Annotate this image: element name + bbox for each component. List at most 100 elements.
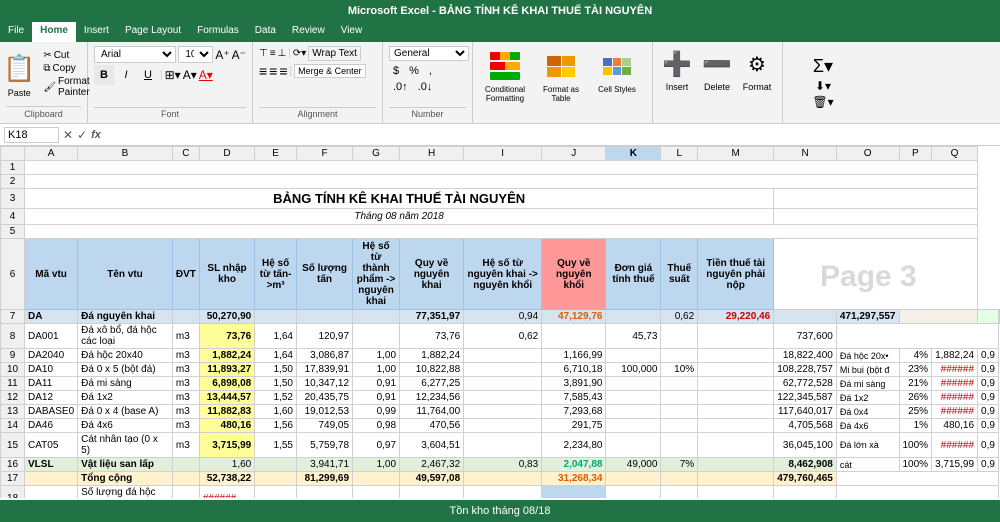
cell-da-dg[interactable]: 29,220,46: [698, 310, 774, 324]
table-row[interactable]: 17 Tổng cộng 52,738,22 81,299,69 49,597,…: [1, 472, 1000, 486]
table-row[interactable]: 11 DA11 Đá mi sàng m3 6,898,08 1,50 10,3…: [1, 377, 1000, 391]
col-A[interactable]: A: [25, 147, 78, 161]
format-cells-button[interactable]: ⚙ Format: [739, 46, 775, 92]
tab-home[interactable]: Home: [32, 22, 76, 42]
font-shrink-icon[interactable]: A⁻: [232, 48, 246, 62]
tab-insert[interactable]: Insert: [76, 22, 117, 42]
cell-da-tt[interactable]: 471,297,557: [836, 310, 899, 324]
tab-data[interactable]: Data: [247, 22, 284, 42]
cell-da-hstp[interactable]: [353, 310, 400, 324]
col-L[interactable]: L: [661, 147, 698, 161]
italic-button[interactable]: I: [116, 65, 136, 85]
cancel-icon[interactable]: ✕: [63, 128, 73, 142]
font-size-dropdown[interactable]: 10: [178, 46, 213, 63]
cell-da-slt[interactable]: [296, 310, 352, 324]
col-I[interactable]: I: [464, 147, 542, 161]
fill-color-button[interactable]: A▾: [183, 68, 197, 82]
formula-input[interactable]: [105, 129, 996, 141]
cell-da-hsnkh[interactable]: [606, 310, 661, 324]
font-family-dropdown[interactable]: Arial: [94, 46, 176, 63]
tab-file[interactable]: File: [0, 22, 32, 42]
table-row[interactable]: 14 DA46 Đá 4x6 m3 480,16 1,56 749,05 0,9…: [1, 419, 1000, 433]
align-top-icon[interactable]: ⊤: [259, 48, 268, 59]
underline-button[interactable]: U: [138, 65, 158, 85]
table-row[interactable]: 8 DA001 Đá xô bổ, đá hộc các loại m3 73,…: [1, 324, 1000, 349]
comma-button[interactable]: ,: [425, 63, 436, 79]
tab-review[interactable]: Review: [284, 22, 333, 42]
table-row[interactable]: 12 DA12 Đá 1x2 m3 13,444,57 1,52 20,435,…: [1, 391, 1000, 405]
align-center-icon[interactable]: ≡: [269, 63, 277, 79]
format-painter-button[interactable]: 🖌 Format Painter: [43, 76, 89, 98]
wrap-text-button[interactable]: Wrap Text: [308, 46, 361, 61]
font-grow-icon[interactable]: A⁺: [215, 48, 229, 62]
fill-icon[interactable]: ⬇▾: [815, 79, 831, 93]
cell-da-name[interactable]: Đá nguyên khai: [78, 310, 173, 324]
cell-da-qnkh[interactable]: 0,62: [661, 310, 698, 324]
table-row[interactable]: 16 VLSL Vật liệu san lấp 1,60 3,941,71 1…: [1, 458, 1000, 472]
tab-page-layout[interactable]: Page Layout: [117, 22, 189, 42]
align-bottom-icon[interactable]: ⊥: [278, 48, 287, 59]
paste-button[interactable]: 📋 Paste: [0, 46, 41, 106]
currency-button[interactable]: $: [389, 63, 403, 79]
cell-da-hsnk[interactable]: 0,94: [464, 310, 542, 324]
col-C[interactable]: C: [172, 147, 199, 161]
percent-button[interactable]: %: [405, 63, 423, 79]
table-row[interactable]: 7 DA Đá nguyên khai 50,270,90 77,351,97 …: [1, 310, 1000, 324]
copy-button[interactable]: ⧉ Copy: [43, 63, 89, 74]
header-so-luong: Số lượng tấn: [296, 239, 352, 310]
clear-icon[interactable]: 🗑▾: [812, 95, 833, 109]
conditional-formatting-button[interactable]: Conditional Formatting: [479, 46, 531, 104]
name-box[interactable]: [4, 127, 59, 143]
col-B[interactable]: B: [78, 147, 173, 161]
col-N[interactable]: N: [774, 147, 837, 161]
insert-cells-button[interactable]: ➕ Insert: [659, 46, 695, 92]
insert-function-icon[interactable]: fx: [91, 129, 101, 141]
table-row[interactable]: 18 Số lượng đá hộc nguyên khai ######: [1, 486, 1000, 499]
col-H[interactable]: H: [400, 147, 464, 161]
col-D[interactable]: D: [199, 147, 254, 161]
cell-da-hs[interactable]: [255, 310, 297, 324]
col-O[interactable]: O: [836, 147, 899, 161]
autosum-icon[interactable]: Σ▾: [813, 56, 833, 77]
cell-styles-button[interactable]: Cell Styles: [591, 46, 643, 95]
col-header-row: A B C D E F G H I J K L M N O P Q: [1, 147, 1000, 161]
bold-button[interactable]: B: [94, 65, 114, 85]
app-title: Microsoft Excel - BẢNG TÍNH KÊ KHAI THUẾ…: [348, 5, 652, 17]
number-format-dropdown[interactable]: General: [389, 46, 469, 61]
align-left-icon[interactable]: ≡: [259, 63, 267, 79]
cell-da-qvnk2[interactable]: 47,129,76: [542, 310, 606, 324]
cell-da-sl[interactable]: 50,270,90: [199, 310, 254, 324]
orientation-button[interactable]: ⟳▾: [293, 48, 306, 59]
cell-da-qvnk[interactable]: 77,351,97: [400, 310, 464, 324]
cell-da-id[interactable]: DA: [25, 310, 78, 324]
align-middle-icon[interactable]: ≡: [270, 48, 276, 59]
col-E[interactable]: E: [255, 147, 297, 161]
col-K[interactable]: K: [606, 147, 661, 161]
cell-da-dvt[interactable]: [172, 310, 199, 324]
confirm-icon[interactable]: ✓: [77, 128, 87, 142]
col-Q[interactable]: Q: [932, 147, 978, 161]
border-button[interactable]: ⊞▾: [165, 68, 181, 82]
table-row[interactable]: 15 CAT05 Cát nhân tạo (0 x 5) m3 3,715,9…: [1, 433, 1000, 458]
cell-da-ts[interactable]: [774, 310, 837, 324]
col-J[interactable]: J: [542, 147, 606, 161]
cut-button[interactable]: ✂ Cut: [43, 50, 89, 61]
col-M[interactable]: M: [698, 147, 774, 161]
increase-decimal-button[interactable]: .0↑: [389, 79, 412, 95]
col-F[interactable]: F: [296, 147, 352, 161]
align-right-icon[interactable]: ≡: [279, 63, 287, 79]
col-P[interactable]: P: [899, 147, 932, 161]
font-color-button[interactable]: A▾: [199, 68, 213, 82]
table-row[interactable]: 13 DABASE0 Đá 0 x 4 (base A) m3 11,882,8…: [1, 405, 1000, 419]
tab-view[interactable]: View: [333, 22, 371, 42]
copy-icon: ⧉: [43, 63, 50, 74]
spreadsheet-container[interactable]: A B C D E F G H I J K L M N O P Q: [0, 146, 1000, 498]
merge-center-button[interactable]: Merge & Center: [294, 64, 366, 78]
col-G[interactable]: G: [353, 147, 400, 161]
delete-cells-button[interactable]: ➖ Delete: [699, 46, 735, 92]
table-row[interactable]: 9 DA2040 Đá hộc 20x40 m3 1,882,24 1,64 3…: [1, 349, 1000, 363]
tab-formulas[interactable]: Formulas: [189, 22, 247, 42]
format-as-table-button[interactable]: Format as Table: [535, 46, 587, 104]
table-row[interactable]: 10 DA10 Đá 0 x 5 (bột đá) m3 11,893,27 1…: [1, 363, 1000, 377]
decrease-decimal-button[interactable]: .0↓: [414, 79, 437, 95]
